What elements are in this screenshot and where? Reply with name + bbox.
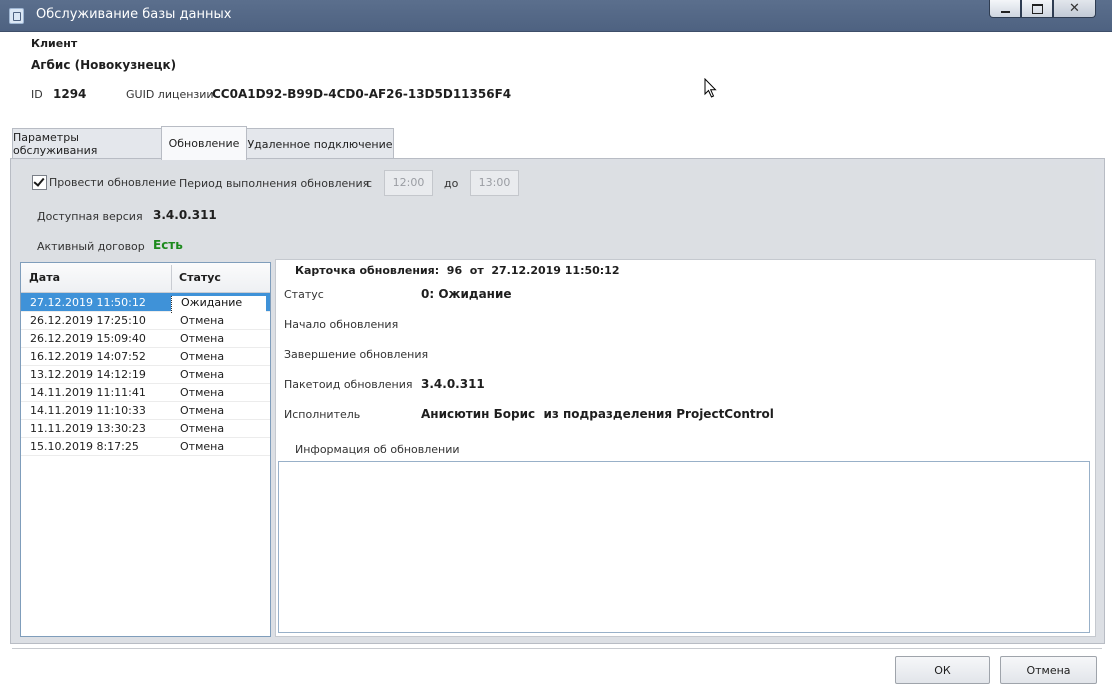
row-date: 16.12.2019 14:07:52 (30, 350, 146, 363)
contract-label: Активный договор (37, 240, 145, 253)
row-date: 26.12.2019 15:09:40 (30, 332, 146, 345)
card-executor-label: Исполнитель (284, 408, 361, 421)
do-update-label: Провести обновление (49, 176, 177, 189)
cancel-button-label: Отмена (1026, 663, 1071, 677)
column-header-date[interactable]: Дата (29, 271, 60, 284)
tab-update[interactable]: Обновление (161, 126, 247, 160)
client-id-label: ID (31, 88, 43, 101)
card-package-value: 3.4.0.311 (421, 377, 485, 391)
tab-label: Удаленное подключение (247, 137, 393, 151)
table-row[interactable]: 14.11.2019 11:11:41 Отмена (21, 383, 270, 402)
row-date: 14.11.2019 11:11:41 (30, 386, 146, 399)
period-label: Период выполнения обновления (179, 177, 370, 190)
row-status: Отмена (180, 314, 225, 327)
minimize-icon (1000, 10, 1010, 13)
window-title: Обслуживание базы данных (36, 7, 232, 22)
row-status: Отмена (180, 368, 225, 381)
card-executor-value: Анисютин Борис из подразделения ProjectC… (421, 407, 774, 421)
from-time-input[interactable]: 12:00 (384, 170, 433, 196)
update-history-list[interactable]: Дата Статус 27.12.2019 11:50:12 Ожидание … (20, 262, 271, 637)
contract-value: Есть (153, 238, 183, 252)
row-date: 27.12.2019 11:50:12 (30, 296, 146, 309)
card-end-label: Завершение обновления (284, 348, 429, 361)
row-status: Отмена (180, 422, 225, 435)
column-header-status[interactable]: Статус (179, 271, 221, 284)
row-status: Отмена (180, 386, 225, 399)
mouse-cursor-icon (704, 78, 717, 98)
ok-button-label: ОК (934, 663, 951, 677)
tab-remote-connection[interactable]: Удаленное подключение (246, 128, 394, 159)
column-divider[interactable] (171, 265, 172, 290)
list-header: Дата Статус (21, 263, 270, 293)
update-card-title: Карточка обновления: 96 от 27.12.2019 11… (295, 264, 620, 277)
table-row[interactable]: 13.12.2019 14:12:19 Отмена (21, 365, 270, 384)
do-update-checkbox[interactable] (32, 175, 47, 190)
table-row[interactable]: 16.12.2019 14:07:52 Отмена (21, 347, 270, 366)
minimize-button[interactable] (989, 0, 1021, 18)
client-id-value: 1294 (53, 87, 87, 101)
close-icon: ✕ (1069, 1, 1080, 16)
table-row[interactable]: 11.11.2019 13:30:23 Отмена (21, 419, 270, 438)
row-date: 15.10.2019 8:17:25 (30, 440, 139, 453)
row-status: Отмена (180, 440, 225, 453)
cancel-button[interactable]: Отмена (1000, 656, 1097, 684)
guid-value: CC0A1D92-B99D-4CD0-AF26-13D5D11356F4 (212, 87, 512, 101)
card-start-label: Начало обновления (284, 318, 399, 331)
maximize-icon (1031, 3, 1043, 14)
window-controls: ✕ (989, 0, 1096, 18)
row-date: 26.12.2019 17:25:10 (30, 314, 146, 327)
to-label: до (444, 177, 459, 190)
row-date: 11.11.2019 13:30:23 (30, 422, 146, 435)
table-row[interactable]: 27.12.2019 11:50:12 Ожидание (21, 293, 270, 313)
row-date: 13.12.2019 14:12:19 (30, 368, 146, 381)
tab-label: Обновление (168, 137, 240, 150)
maximize-button[interactable] (1021, 0, 1053, 18)
tab-maintenance-params[interactable]: Параметры обслуживания (12, 128, 162, 159)
update-info-textarea[interactable] (278, 461, 1090, 633)
card-status-label: Статус (284, 288, 324, 301)
close-button[interactable]: ✕ (1053, 0, 1096, 18)
available-version-value: 3.4.0.311 (153, 208, 217, 222)
row-status: Отмена (180, 332, 225, 345)
client-name: Агбис (Новокузнецк) (31, 58, 177, 72)
app-icon (9, 8, 24, 24)
table-row[interactable]: 14.11.2019 11:10:33 Отмена (21, 401, 270, 420)
client-section-label: Клиент (31, 37, 78, 50)
table-row[interactable]: 26.12.2019 17:25:10 Отмена (21, 311, 270, 330)
table-row[interactable]: 26.12.2019 15:09:40 Отмена (21, 329, 270, 348)
table-row[interactable]: 15.10.2019 8:17:25 Отмена (21, 437, 270, 456)
row-status: Отмена (180, 404, 225, 417)
to-time-input[interactable]: 13:00 (470, 170, 519, 196)
available-version-label: Доступная версия (37, 210, 143, 223)
tab-label: Параметры обслуживания (13, 131, 98, 157)
bottom-divider (12, 648, 1102, 650)
row-date: 14.11.2019 11:10:33 (30, 404, 146, 417)
update-info-label: Информация об обновлении (295, 443, 460, 456)
guid-label: GUID лицензии (126, 88, 214, 101)
card-package-label: Пакетоид обновления (284, 378, 413, 391)
ok-button[interactable]: ОК (895, 656, 990, 684)
from-label: с (366, 177, 373, 190)
title-bar: Обслуживание базы данных ✕ (0, 0, 1112, 32)
row-status: Отмена (180, 350, 225, 363)
card-status-value: 0: Ожидание (421, 287, 512, 301)
